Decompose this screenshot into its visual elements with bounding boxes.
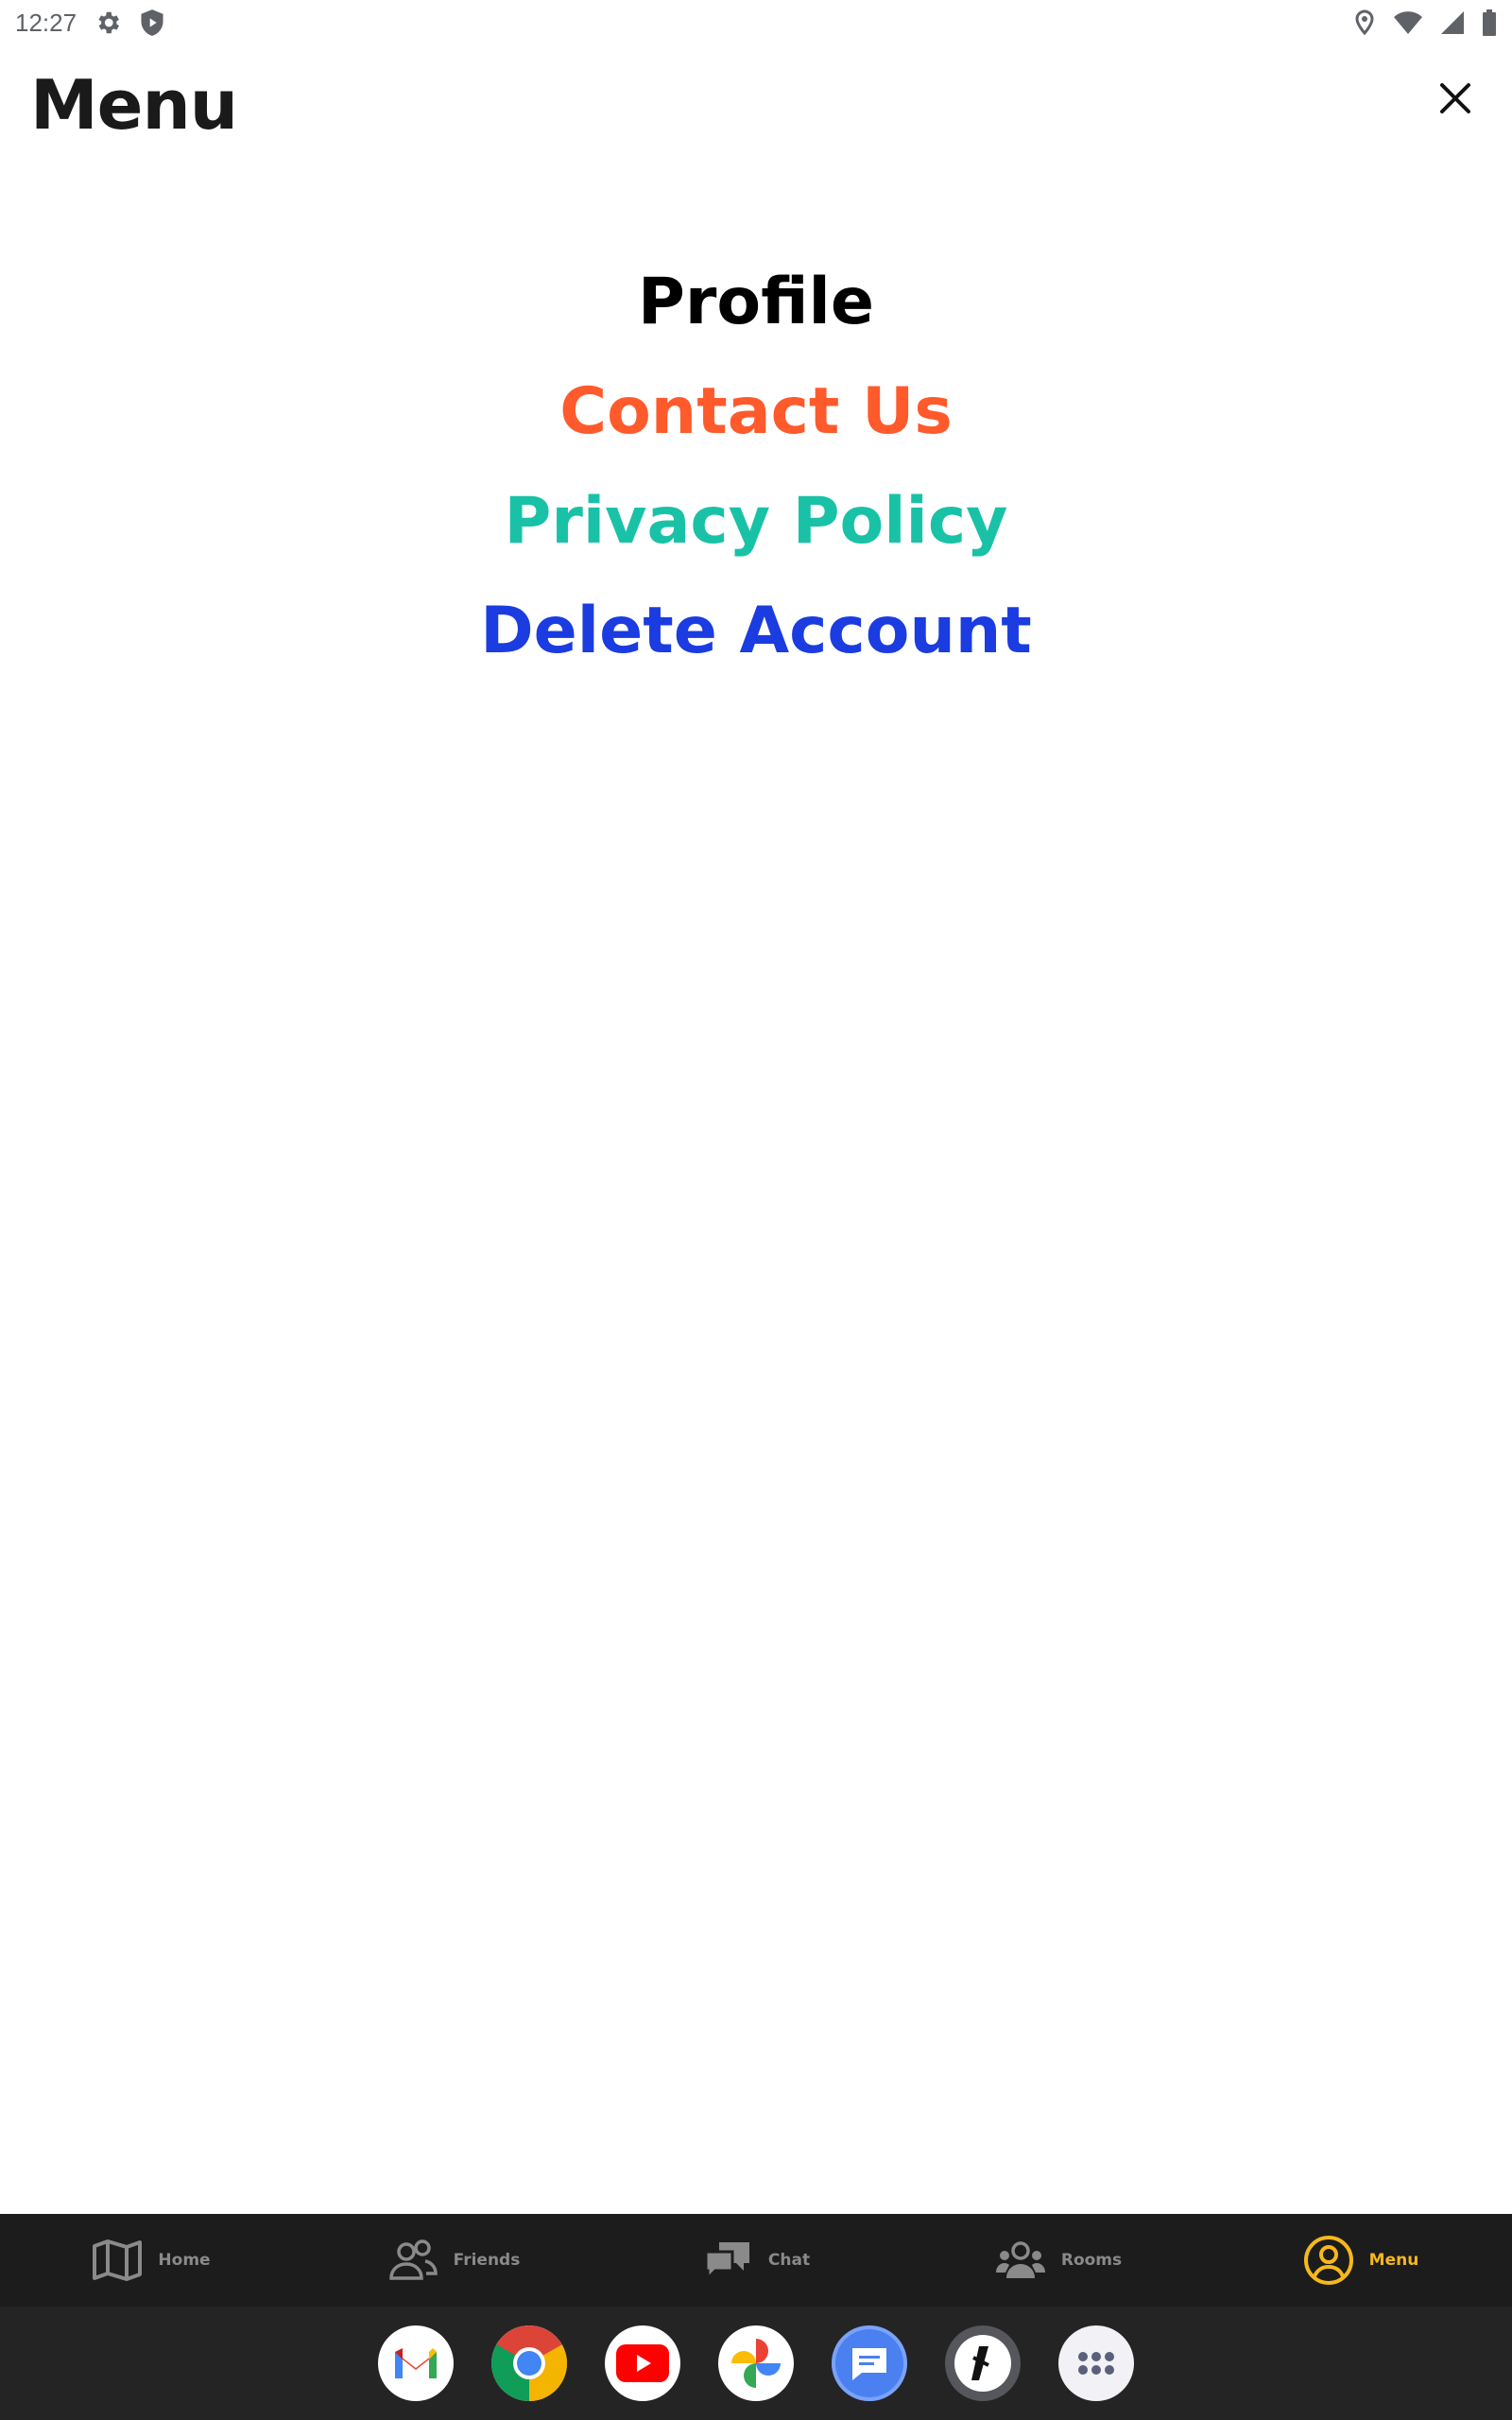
nav-item-home[interactable]: Home: [0, 2214, 302, 2307]
rooms-icon: [995, 2238, 1046, 2282]
location-pin-icon: [1353, 9, 1376, 37]
header: Menu: [0, 57, 1512, 151]
chat-icon: [702, 2238, 753, 2282]
user-circle-icon: [1303, 2235, 1354, 2286]
menu-item-contact-us[interactable]: Contact Us: [559, 357, 953, 467]
menu-item-delete-account[interactable]: Delete Account: [480, 577, 1032, 686]
app-icon[interactable]: [945, 2325, 1021, 2401]
nav-item-chat[interactable]: Chat: [605, 2214, 907, 2307]
messages-icon[interactable]: [832, 2325, 907, 2401]
screen: 12:27 Menu Profile Contact Us Privacy Po…: [0, 0, 1512, 2420]
dock: [0, 2307, 1512, 2420]
status-time: 12:27: [15, 8, 77, 37]
close-icon: [1439, 82, 1471, 119]
menu-list: Profile Contact Us Privacy Policy Delete…: [0, 248, 1512, 686]
status-left: 12:27: [15, 9, 165, 38]
battery-icon: [1482, 9, 1497, 36]
nav-item-rooms[interactable]: Rooms: [907, 2214, 1210, 2307]
signal-icon: [1440, 10, 1465, 35]
status-right: [1353, 9, 1497, 37]
map-icon: [92, 2238, 143, 2282]
nav-item-friends[interactable]: Friends: [302, 2214, 605, 2307]
app-drawer-icon[interactable]: [1058, 2325, 1134, 2401]
youtube-icon[interactable]: [605, 2325, 680, 2401]
nav-item-menu[interactable]: Menu: [1210, 2214, 1512, 2307]
close-button[interactable]: [1433, 78, 1478, 123]
status-bar: 12:27: [0, 0, 1512, 45]
friends-icon: [387, 2238, 438, 2282]
menu-item-privacy-policy[interactable]: Privacy Policy: [504, 467, 1007, 577]
bottom-nav: Home Friends Chat Rooms Menu: [0, 2214, 1512, 2307]
nav-label-rooms: Rooms: [1060, 2251, 1123, 2270]
nav-label-home: Home: [158, 2251, 211, 2270]
shield-icon: [139, 9, 165, 37]
nav-label-menu: Menu: [1368, 2251, 1419, 2270]
nav-label-chat: Chat: [767, 2251, 811, 2270]
chrome-icon[interactable]: [491, 2325, 567, 2401]
gmail-icon[interactable]: [378, 2325, 454, 2401]
photos-icon[interactable]: [718, 2325, 794, 2401]
menu-item-profile[interactable]: Profile: [638, 248, 874, 357]
nav-label-friends: Friends: [453, 2251, 521, 2270]
wifi-icon: [1393, 10, 1423, 35]
page-title: Menu: [30, 65, 238, 145]
gear-icon: [94, 9, 122, 37]
